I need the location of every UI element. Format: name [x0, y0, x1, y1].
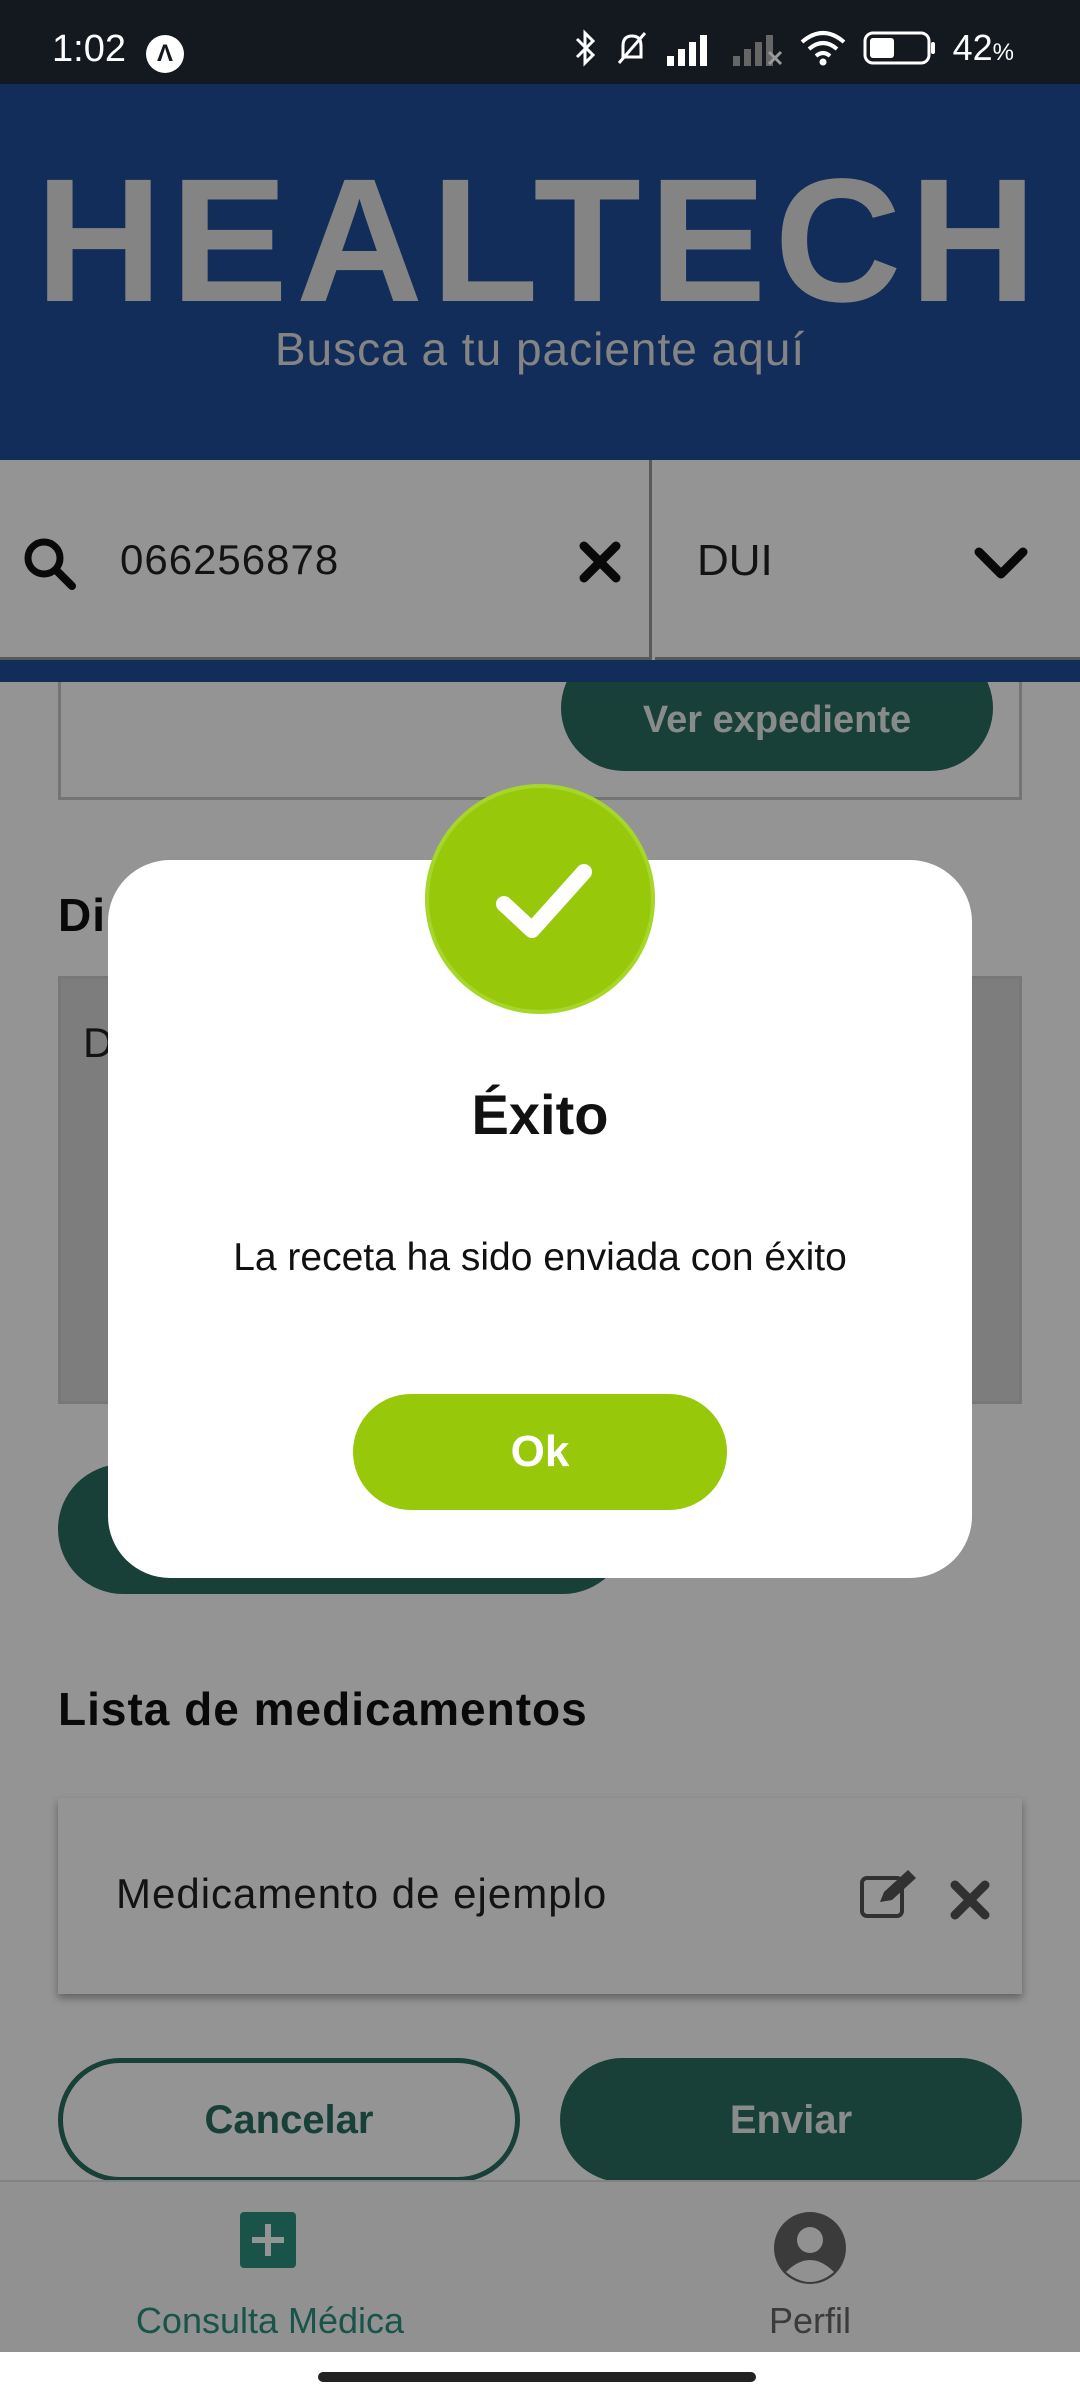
signal-weak-icon	[732, 35, 782, 66]
battery-icon	[863, 31, 935, 65]
app-notification-icon: Λ	[146, 35, 184, 73]
bell-muted-icon	[617, 32, 646, 64]
success-badge	[425, 784, 655, 1014]
dialog-message: La receta ha sido enviada con éxito	[233, 1236, 847, 1279]
status-icons: 42%	[573, 27, 1014, 68]
status-bar: 1:02 Λ 42%	[0, 0, 1080, 84]
bluetooth-icon	[575, 29, 595, 67]
battery-percent: 42%	[952, 27, 1014, 68]
gesture-bar[interactable]	[318, 2372, 756, 2382]
signal-icon	[666, 35, 707, 66]
wifi-icon	[800, 31, 845, 66]
checkmark-icon	[496, 864, 592, 938]
dialog-title: Éxito	[471, 1083, 609, 1146]
status-time: 1:02	[52, 28, 126, 70]
ok-button[interactable]: Ok	[353, 1394, 727, 1510]
gesture-area	[0, 2352, 1080, 2400]
